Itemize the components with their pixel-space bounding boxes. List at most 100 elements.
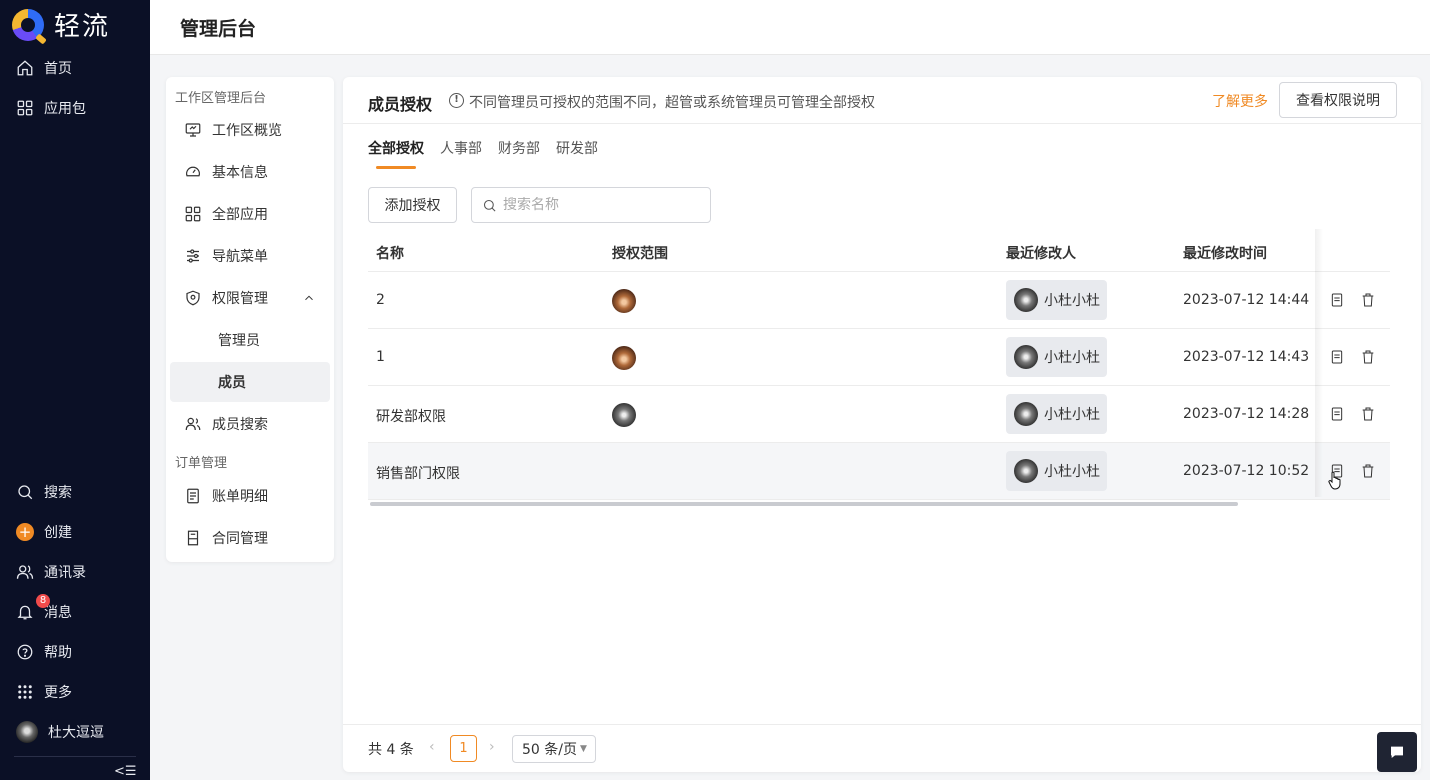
scope-avatar <box>612 289 636 313</box>
nav-item-search[interactable]: 搜索 <box>16 482 72 502</box>
avatar <box>1014 402 1038 426</box>
table-row[interactable]: 1 小杜小杜 2023-07-12 14:43 <box>368 329 1390 386</box>
edit-icon[interactable] <box>1329 406 1345 422</box>
admin-sidebar: 工作区管理后台 工作区概览 基本信息 全部应用 导航菜单 权限管理 管理员 成员… <box>166 77 334 562</box>
trash-icon[interactable] <box>1360 463 1376 479</box>
nav-item-contacts[interactable]: 通讯录 <box>16 562 86 582</box>
members-auth-panel: 成员授权 ! 不同管理员可授权的范围不同，超管或系统管理员可管理全部授权 了解更… <box>343 77 1421 772</box>
sidebar-item-contracts[interactable]: 合同管理 <box>170 518 330 558</box>
nav-item-home[interactable]: 首页 <box>16 58 72 78</box>
sidebar-item-label: 管理员 <box>218 333 260 349</box>
sidebar-item-members[interactable]: 成员 <box>170 362 330 402</box>
nav-item-label: 应用包 <box>44 101 86 117</box>
sidebar-item-member-search[interactable]: 成员搜索 <box>170 404 330 444</box>
panel-title: 成员授权 <box>368 95 433 114</box>
learn-more-link[interactable]: 了解更多 <box>1212 91 1268 111</box>
column-header-scope: 授权范围 <box>612 246 668 262</box>
shield-icon <box>186 290 200 306</box>
search-icon <box>483 199 496 212</box>
search-field[interactable] <box>503 197 703 213</box>
nav-user[interactable]: 杜大逗逗 <box>16 721 104 743</box>
add-authorization-button[interactable]: 添加授权 <box>368 187 457 223</box>
unread-badge: 8 <box>36 594 50 608</box>
bill-icon <box>187 488 199 504</box>
sidebar-item-nav-menu[interactable]: 导航菜单 <box>170 236 330 276</box>
sidebar-item-label: 导航菜单 <box>212 249 268 265</box>
modifier-name: 小杜小杜 <box>1044 407 1100 423</box>
nav-item-label: 首页 <box>44 61 72 77</box>
page-size-select[interactable]: 50 条/页 ▼ <box>512 735 596 763</box>
view-permissions-button[interactable]: 查看权限说明 <box>1279 82 1397 118</box>
modifier-name: 小杜小杜 <box>1044 464 1100 480</box>
scope-avatar <box>612 403 636 427</box>
contract-icon <box>187 530 199 546</box>
row-name: 研发部权限 <box>376 409 446 425</box>
edit-icon[interactable] <box>1329 349 1345 365</box>
nav-item-messages[interactable]: 8 消息 <box>16 594 72 622</box>
tab-rnd[interactable]: 研发部 <box>556 138 598 158</box>
scope-avatar <box>612 346 636 370</box>
plus-icon: + <box>16 523 34 541</box>
edit-icon[interactable] <box>1329 292 1345 308</box>
trash-icon[interactable] <box>1360 292 1376 308</box>
tab-all[interactable]: 全部授权 <box>368 138 424 158</box>
row-name: 2 <box>376 292 385 308</box>
avatar <box>1014 288 1038 312</box>
caret-down-icon: ▼ <box>579 744 587 754</box>
sidebar-item-overview[interactable]: 工作区概览 <box>170 110 330 150</box>
nav-item-app-packages[interactable]: 应用包 <box>16 98 86 118</box>
contacts-icon <box>16 563 34 581</box>
sidebar-item-bills[interactable]: 账单明细 <box>170 476 330 516</box>
next-page-icon[interactable]: › <box>489 739 495 755</box>
modifier-name: 小杜小杜 <box>1044 293 1100 309</box>
table-row[interactable]: 研发部权限 小杜小杜 2023-07-12 14:28 <box>368 386 1390 443</box>
page-number[interactable]: 1 <box>450 735 477 762</box>
nav-item-label: 创建 <box>44 525 72 541</box>
fixed-column-shadow <box>1315 229 1323 497</box>
nav-item-label: 更多 <box>44 685 72 701</box>
nav-item-help[interactable]: 帮助 <box>16 642 72 662</box>
sidebar-item-basic-info[interactable]: 基本信息 <box>170 152 330 192</box>
panel-description: 不同管理员可授权的范围不同，超管或系统管理员可管理全部授权 <box>469 95 875 111</box>
sidebar-item-admins[interactable]: 管理员 <box>170 320 330 360</box>
panel-header: 成员授权 ! 不同管理员可授权的范围不同，超管或系统管理员可管理全部授权 了解更… <box>343 77 1421 124</box>
collapse-sidebar-icon[interactable]: <☰ <box>114 764 137 779</box>
nav-item-create[interactable]: + 创建 <box>16 522 72 542</box>
sidebar-item-label: 工作区概览 <box>212 123 282 139</box>
column-header-name: 名称 <box>376 246 404 262</box>
search-input[interactable] <box>471 187 711 223</box>
sidebar-item-label: 成员 <box>218 375 246 391</box>
nav-item-more[interactable]: 更多 <box>16 682 72 702</box>
chevron-up-icon <box>302 291 316 309</box>
prev-page-icon[interactable]: ‹ <box>429 739 435 755</box>
brand-logo[interactable]: 轻流 <box>12 6 110 43</box>
sidebar-group-title: 订单管理 <box>175 456 228 471</box>
search-icon <box>16 483 34 501</box>
gauge-icon <box>186 166 200 177</box>
brand-name: 轻流 <box>54 12 111 42</box>
sidebar-item-label: 合同管理 <box>212 531 268 547</box>
total-count: 共 4 条 <box>368 742 414 758</box>
bell-icon: 8 <box>16 594 50 621</box>
trash-icon[interactable] <box>1360 349 1376 365</box>
trash-icon[interactable] <box>1360 406 1376 422</box>
table-row[interactable]: 2 小杜小杜 2023-07-12 14:44 <box>368 272 1390 329</box>
sidebar-item-label: 全部应用 <box>212 207 268 223</box>
column-header-time: 最近修改时间 <box>1183 246 1267 262</box>
sidebar-item-permissions[interactable]: 权限管理 <box>170 278 330 318</box>
users-icon <box>185 417 201 431</box>
chat-button[interactable] <box>1377 732 1417 772</box>
horizontal-scrollbar[interactable] <box>370 502 1238 506</box>
sidebar-group-title: 工作区管理后台 <box>175 91 267 106</box>
page-title: 管理后台 <box>180 18 257 40</box>
tab-finance[interactable]: 财务部 <box>498 138 540 158</box>
tab-hr[interactable]: 人事部 <box>440 138 482 158</box>
nav-item-label: 帮助 <box>44 645 72 661</box>
chat-icon <box>1391 746 1403 758</box>
hand-cursor-icon <box>1328 471 1341 490</box>
sidebar-item-all-apps[interactable]: 全部应用 <box>170 194 330 234</box>
sliders-icon <box>187 249 199 263</box>
info-icon: ! <box>449 93 464 108</box>
nav-divider <box>14 756 136 757</box>
table-row[interactable]: 销售部门权限 小杜小杜 2023-07-12 10:52 <box>368 443 1390 500</box>
